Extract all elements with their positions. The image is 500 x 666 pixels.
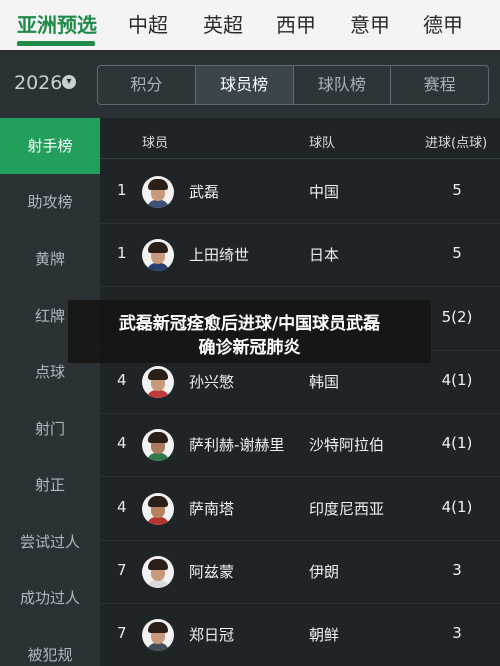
player-avatar — [142, 366, 174, 398]
category-fouls-suffered[interactable]: 被犯规 — [0, 627, 100, 666]
player-name: 阿兹蒙 — [189, 563, 235, 581]
team-name: 沙特阿拉伯 — [309, 436, 385, 454]
team-name: 中国 — [309, 183, 340, 201]
news-headline-banner: 武磊新冠痊愈后进球/中国球员武磊 确诊新冠肺炎 — [68, 300, 431, 363]
category-top-scorers[interactable]: 射手榜 — [0, 118, 100, 174]
player-name: 萨利赫-谢赫里 — [189, 436, 285, 454]
player-name: 萨南塔 — [189, 500, 235, 518]
tab-premier-league[interactable]: 英超 — [203, 9, 243, 38]
tab-csl[interactable]: 中超 — [128, 9, 168, 38]
tab-asia-qualifiers[interactable]: 亚洲预选 — [17, 9, 97, 38]
segment-team-rankings[interactable]: 球队榜 — [294, 66, 392, 104]
header-divider — [100, 158, 500, 159]
player-avatar — [142, 556, 174, 588]
player-avatar — [142, 176, 174, 208]
rank: 7 — [117, 561, 127, 579]
segment-schedule[interactable]: 赛程 — [391, 66, 488, 104]
goals: 3 — [452, 561, 462, 579]
tab-bundesliga[interactable]: 德甲 — [423, 9, 500, 38]
category-dribbles-attempted[interactable]: 尝试过人 — [0, 514, 100, 570]
tab-la-liga[interactable]: 西甲 — [276, 9, 316, 38]
rank: 7 — [117, 624, 127, 642]
team-name: 朝鲜 — [309, 626, 340, 644]
player-avatar — [142, 493, 174, 525]
segment-standings[interactable]: 积分 — [98, 66, 196, 104]
player-avatar — [142, 429, 174, 461]
rank: 4 — [117, 434, 127, 452]
rank: 1 — [117, 181, 127, 199]
column-header-player: 球员 — [142, 136, 169, 151]
rank: 4 — [117, 498, 127, 516]
player-avatar — [142, 239, 174, 271]
goals: 5 — [452, 181, 462, 199]
segment-player-rankings[interactable]: 球员榜 — [195, 66, 294, 104]
column-header-goals: 进球(点球) — [425, 136, 488, 151]
player-name: 武磊 — [189, 183, 220, 201]
table-row[interactable]: 4 萨南塔 印度尼西亚 4(1) — [100, 478, 500, 541]
chevron-down-icon[interactable]: ▾ — [62, 75, 76, 89]
headline-line-2: 确诊新冠肺炎 — [198, 338, 301, 358]
player-ranking-table: 球员 球队 进球(点球) 1 武磊 中国 5 1 上田绮世 日本 5 5(2) … — [100, 118, 500, 666]
stat-category-sidebar: 射手榜 助攻榜 黄牌 红牌 点球 射门 射正 尝试过人 成功过人 被犯规 — [0, 118, 100, 666]
tab-serie-a[interactable]: 意甲 — [350, 9, 390, 38]
league-tab-bar: 亚洲预选 中超 英超 西甲 意甲 德甲 — [0, 0, 500, 50]
column-header-team: 球队 — [309, 136, 336, 151]
team-name: 日本 — [309, 246, 340, 264]
goals: 4(1) — [441, 371, 473, 389]
rank: 4 — [117, 371, 127, 389]
player-name: 上田绮世 — [189, 246, 250, 264]
player-name: 孙兴慜 — [189, 373, 235, 391]
team-name: 韩国 — [309, 373, 340, 391]
goals: 4(1) — [441, 498, 473, 516]
season-selector[interactable]: 2026 — [14, 72, 62, 94]
category-yellow-cards[interactable]: 黄牌 — [0, 231, 100, 287]
table-row[interactable]: 4 萨利赫-谢赫里 沙特阿拉伯 4(1) — [100, 414, 500, 477]
rank: 1 — [117, 244, 127, 262]
goals: 4(1) — [441, 434, 473, 452]
table-row[interactable]: 1 上田绮世 日本 5 — [100, 224, 500, 287]
stats-segmented-control: 积分 球员榜 球队榜 赛程 — [97, 65, 489, 105]
table-row[interactable]: 7 阿兹蒙 伊朗 3 — [100, 541, 500, 604]
team-name: 伊朗 — [309, 563, 340, 581]
category-assists[interactable]: 助攻榜 — [0, 174, 100, 230]
player-avatar — [142, 619, 174, 651]
category-shots[interactable]: 射门 — [0, 401, 100, 457]
goals: 5(2) — [441, 308, 473, 326]
category-shots-on-target[interactable]: 射正 — [0, 457, 100, 513]
player-name: 郑日冠 — [189, 626, 235, 644]
headline-line-1: 武磊新冠痊愈后进球/中国球员武磊 — [118, 314, 381, 334]
goals: 5 — [452, 244, 462, 262]
goals: 3 — [452, 624, 462, 642]
team-name: 印度尼西亚 — [309, 500, 385, 518]
active-tab-indicator — [17, 41, 95, 46]
table-row[interactable]: 7 郑日冠 朝鲜 3 — [100, 604, 500, 666]
category-dribbles-succeeded[interactable]: 成功过人 — [0, 570, 100, 626]
table-row[interactable]: 1 武磊 中国 5 — [100, 161, 500, 224]
